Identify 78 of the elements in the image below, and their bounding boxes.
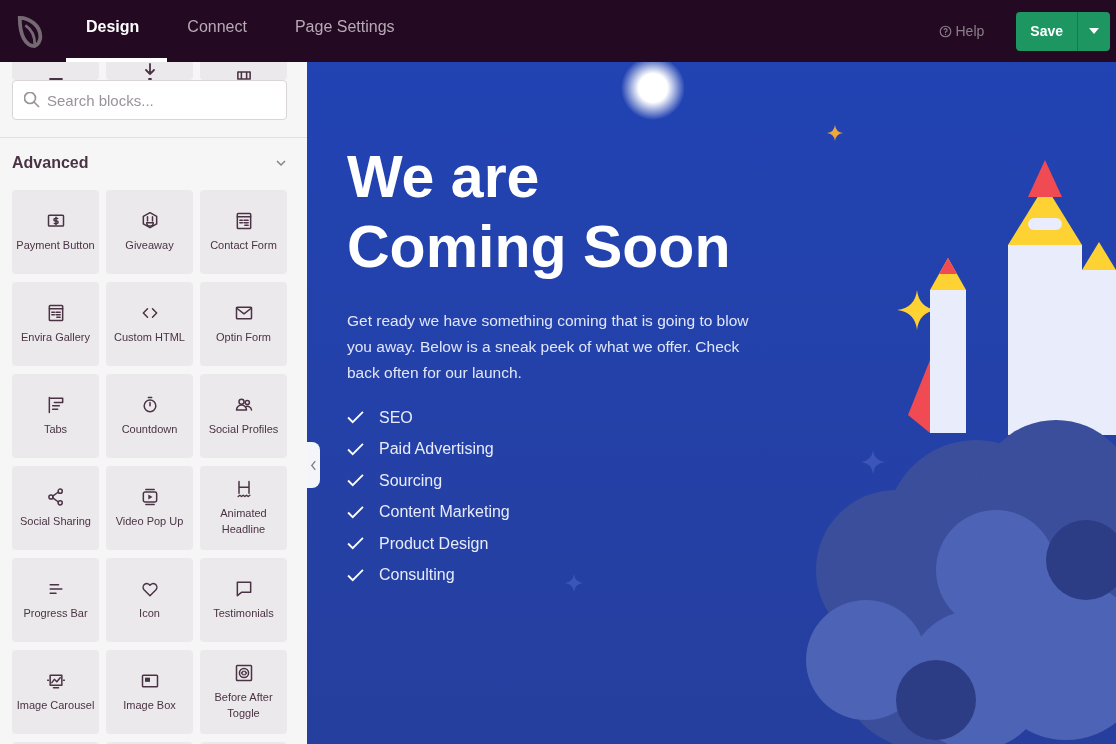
feature-item: Consulting — [379, 566, 455, 585]
block-tile[interactable]: Before After Toggle — [200, 650, 287, 734]
caret-icon — [1089, 28, 1099, 34]
block-icon — [144, 63, 155, 80]
hero-text: Get ready we have something coming that is going to blow you away. Below is a sneak peek of what we offer. Check back often for our launch. — [347, 311, 750, 383]
help-label: Help — [955, 23, 985, 39]
feature-item: Paid Advertising — [379, 440, 494, 459]
block-tile[interactable] — [200, 62, 287, 80]
block-icon — [233, 663, 254, 683]
help-link[interactable]: Help — [938, 23, 985, 39]
feature-item: Content Marketing — [379, 503, 510, 522]
block-tile[interactable]: Icon — [106, 558, 193, 642]
block-icon — [45, 487, 66, 507]
block-label: Image Box — [123, 698, 176, 713]
block-label: Animated Headline — [219, 506, 268, 537]
block-tile[interactable]: Social Sharing — [12, 466, 99, 550]
search-field[interactable]: Search blocks... — [12, 80, 287, 120]
block-icon — [236, 71, 251, 80]
section-header[interactable]: Advanced — [12, 138, 287, 188]
block-tile[interactable]: Animated Headline — [200, 466, 287, 550]
collapse-sidebar-handle[interactable] — [307, 442, 320, 488]
block-label: Payment Button — [16, 238, 95, 253]
block-label: Before After Toggle — [213, 690, 274, 721]
block-icon — [139, 671, 160, 691]
block-label: Social Sharing — [20, 514, 91, 529]
block-tile[interactable]: Payment Button — [12, 190, 99, 274]
block-label: Contact Form — [210, 238, 277, 253]
block-tile[interactable]: Contact Form — [200, 190, 287, 274]
star-icon — [827, 125, 843, 141]
check-icon — [347, 505, 364, 519]
check-icon — [347, 442, 364, 456]
block-tile[interactable]: Custom HTML — [106, 282, 193, 366]
check-icon — [347, 474, 364, 488]
block-icon — [233, 303, 254, 323]
nav-tab[interactable]: Connect — [167, 0, 275, 62]
block-tile[interactable]: Giveaway — [106, 190, 193, 274]
hero-heading: We are Coming Soon — [347, 143, 732, 282]
block-label: Envira Gallery — [20, 330, 91, 345]
block-label: Social Profiles — [208, 422, 279, 437]
block-tile[interactable]: Countdown — [106, 374, 193, 458]
block-tile[interactable]: Progress Bar — [12, 558, 99, 642]
block-label: Progress Bar — [23, 606, 88, 621]
block-label: Image Carousel — [16, 698, 95, 713]
block-tile[interactable]: Image Box — [106, 650, 193, 734]
help-icon — [938, 24, 952, 38]
block-label: Tabs — [43, 422, 68, 437]
feature-item: Product Design — [379, 534, 489, 553]
star-icon — [861, 450, 885, 474]
block-label: Testimonials — [213, 606, 274, 621]
block-label: Countdown — [121, 422, 178, 437]
search-icon — [24, 92, 40, 108]
block-tile[interactable]: Tabs — [12, 374, 99, 458]
feature-item: SEO — [379, 408, 413, 427]
block-label: Icon — [139, 606, 160, 621]
block-tile[interactable]: Social Profiles — [200, 374, 287, 458]
moon-drawing — [621, 62, 685, 120]
section-title: Advanced — [12, 154, 89, 172]
check-icon — [347, 568, 364, 582]
block-tile[interactable]: Image Carousel — [12, 650, 99, 734]
star-icon — [565, 574, 583, 592]
nav-tab[interactable]: Page Settings — [274, 0, 423, 62]
block-label: Custom HTML — [114, 330, 185, 345]
block-tile[interactable] — [12, 62, 99, 80]
block-label: Optin Form — [216, 330, 271, 345]
block-tile[interactable]: Testimonials — [200, 558, 287, 642]
block-tile[interactable] — [106, 62, 193, 80]
block-tile[interactable]: Envira Gallery — [12, 282, 99, 366]
block-label: Video Pop Up — [115, 514, 184, 529]
save-options-button[interactable] — [1077, 11, 1110, 51]
block-tile[interactable]: Video Pop Up — [106, 466, 193, 550]
block-icon — [45, 671, 66, 691]
check-icon — [347, 411, 364, 425]
feature-item: Sourcing — [379, 471, 443, 490]
save-button[interactable]: Save — [1016, 11, 1077, 51]
block-label: Giveaway — [125, 238, 174, 253]
block-tile[interactable]: Optin Form — [200, 282, 287, 366]
chevron-left-icon — [310, 459, 317, 471]
check-icon — [347, 537, 364, 551]
